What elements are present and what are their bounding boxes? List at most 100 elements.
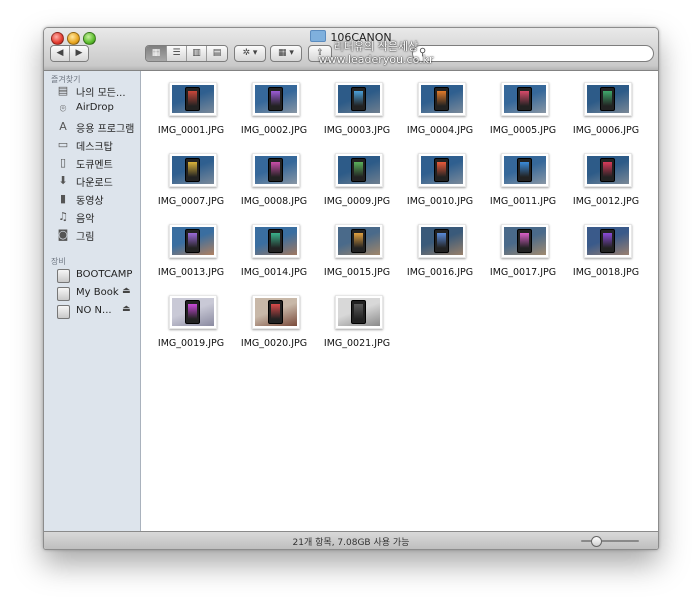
file-item[interactable]: IMG_0005.JPG — [481, 79, 565, 139]
sidebar-device[interactable]: BOOTCAMP — [56, 268, 140, 284]
sidebar-devices-header: 장비 — [51, 257, 66, 266]
image-thumbnail — [335, 153, 383, 187]
action-menu-button[interactable]: ✲ ▾ — [234, 45, 266, 62]
search-field[interactable]: ⚲ — [412, 45, 654, 62]
sidebar-item[interactable]: ⬇ 다운로드 — [56, 173, 140, 189]
file-name: IMG_0003.JPG — [323, 125, 391, 136]
image-thumbnail — [335, 295, 383, 329]
view-columns-button[interactable]: ▥ — [187, 46, 207, 61]
pictures-icon: ◙ — [57, 228, 69, 241]
watermark-title: 리더유의 작은세상 — [333, 40, 419, 53]
hard-disk-icon — [56, 287, 70, 301]
image-thumbnail — [418, 224, 466, 258]
sidebar-item-label: 다운로드 — [76, 178, 113, 189]
sidebar-item-label: 동영상 — [76, 196, 104, 207]
file-item[interactable]: IMG_0016.JPG — [398, 221, 482, 281]
file-item[interactable]: IMG_0018.JPG — [564, 221, 648, 281]
status-text: 21개 항목, 7.08GB 사용 가능 — [292, 538, 410, 548]
hard-disk-icon — [56, 305, 70, 319]
file-name: IMG_0010.JPG — [406, 196, 474, 207]
eject-icon[interactable]: ⏏ — [122, 286, 131, 296]
file-item[interactable]: IMG_0021.JPG — [315, 292, 399, 352]
file-name: IMG_0001.JPG — [157, 125, 225, 136]
status-bar: 21개 항목, 7.08GB 사용 가능 — [44, 531, 658, 549]
airdrop-icon: ⌾ — [59, 102, 67, 115]
arrange-menu-button[interactable]: ▦ ▾ — [270, 45, 302, 62]
sidebar-item[interactable]: ▤ 나의 모든... — [56, 83, 140, 99]
file-name: IMG_0006.JPG — [572, 125, 640, 136]
desktop-icon: ▭ — [57, 138, 69, 151]
documents-icon: ▯ — [59, 156, 67, 169]
icon-size-slider[interactable] — [581, 540, 639, 542]
view-list-button[interactable]: ☰ — [167, 46, 187, 61]
eject-icon[interactable]: ⏏ — [122, 304, 131, 314]
file-item[interactable]: IMG_0007.JPG — [149, 150, 233, 210]
view-icons-button[interactable]: ▦ — [146, 46, 167, 61]
sidebar-item[interactable]: ▭ 데스크탑 — [56, 137, 140, 153]
file-grid: IMG_0001.JPG IMG_0002.JPG IMG_0003.JPG IMG_… — [141, 71, 658, 531]
file-item[interactable]: IMG_0010.JPG — [398, 150, 482, 210]
file-item[interactable]: IMG_0015.JPG — [315, 221, 399, 281]
file-item[interactable]: IMG_0004.JPG — [398, 79, 482, 139]
file-name: IMG_0021.JPG — [323, 338, 391, 349]
watermark-url: www.leaderyou.co.kr — [318, 53, 434, 66]
file-item[interactable]: IMG_0008.JPG — [232, 150, 316, 210]
file-name: IMG_0018.JPG — [572, 267, 640, 278]
image-thumbnail — [501, 224, 549, 258]
sidebar-item[interactable]: ◙ 그림 — [56, 227, 140, 243]
file-name: IMG_0004.JPG — [406, 125, 474, 136]
forward-button[interactable]: ▶ — [70, 46, 88, 61]
file-item[interactable]: IMG_0002.JPG — [232, 79, 316, 139]
image-thumbnail — [252, 153, 300, 187]
file-name: IMG_0011.JPG — [489, 196, 557, 207]
file-item[interactable]: IMG_0017.JPG — [481, 221, 565, 281]
file-item[interactable]: IMG_0011.JPG — [481, 150, 565, 210]
sidebar-item-label: 나의 모든... — [76, 88, 126, 99]
sidebar-device-label: BOOTCAMP — [76, 269, 133, 280]
sidebar-item[interactable]: ♫ 음악 — [56, 209, 140, 225]
image-thumbnail — [501, 82, 549, 116]
file-item[interactable]: IMG_0020.JPG — [232, 292, 316, 352]
file-name: IMG_0008.JPG — [240, 196, 308, 207]
hard-disk-icon — [56, 269, 70, 283]
sidebar-device[interactable]: My Book ⏏ — [56, 286, 140, 302]
file-item[interactable]: IMG_0013.JPG — [149, 221, 233, 281]
image-thumbnail — [169, 295, 217, 329]
file-name: IMG_0019.JPG — [157, 338, 225, 349]
file-name: IMG_0016.JPG — [406, 267, 474, 278]
file-name: IMG_0005.JPG — [489, 125, 557, 136]
file-item[interactable]: IMG_0001.JPG — [149, 79, 233, 139]
sidebar-item[interactable]: ⌾ AirDrop — [56, 101, 140, 117]
sidebar-item-label: 그림 — [76, 232, 95, 243]
file-name: IMG_0020.JPG — [240, 338, 308, 349]
view-coverflow-button[interactable]: ▤ — [207, 46, 227, 61]
image-thumbnail — [169, 82, 217, 116]
view-mode-control: ▦ ☰ ▥ ▤ — [145, 45, 228, 62]
image-thumbnail — [584, 153, 632, 187]
icon-size-slider-knob[interactable] — [590, 536, 602, 547]
back-forward-control: ◀ ▶ — [50, 45, 89, 62]
image-thumbnail — [169, 153, 217, 187]
file-item[interactable]: IMG_0019.JPG — [149, 292, 233, 352]
watermark: 리더유의 작은세상 www.leaderyou.co.kr — [306, 40, 446, 66]
sidebar-item-label: 도큐멘트 — [76, 160, 113, 171]
sidebar-item-label: 데스크탑 — [76, 142, 113, 153]
sidebar-device-label: My Book — [76, 287, 119, 298]
sidebar-item[interactable]: ▯ 도큐멘트 — [56, 155, 140, 171]
sidebar-device[interactable]: NO N... ⏏ — [56, 304, 140, 320]
sidebar-item[interactable]: ▮ 동영상 — [56, 191, 140, 207]
sidebar-item-label: AirDrop — [76, 102, 114, 113]
sidebar-item[interactable]: A 응용 프로그램 — [56, 119, 140, 135]
image-thumbnail — [584, 224, 632, 258]
downloads-icon: ⬇ — [58, 174, 68, 187]
file-item[interactable]: IMG_0014.JPG — [232, 221, 316, 281]
movies-icon: ▮ — [59, 192, 67, 205]
file-item[interactable]: IMG_0009.JPG — [315, 150, 399, 210]
image-thumbnail — [252, 224, 300, 258]
file-item[interactable]: IMG_0012.JPG — [564, 150, 648, 210]
file-name: IMG_0002.JPG — [240, 125, 308, 136]
file-item[interactable]: IMG_0006.JPG — [564, 79, 648, 139]
finder-window: 106CANON ◀ ▶ ▦ ☰ ▥ ▤ ✲ ▾ ▦ ▾ ⇪ ⚲ 리더유의 작은… — [43, 27, 659, 550]
back-button[interactable]: ◀ — [51, 46, 70, 61]
file-item[interactable]: IMG_0003.JPG — [315, 79, 399, 139]
